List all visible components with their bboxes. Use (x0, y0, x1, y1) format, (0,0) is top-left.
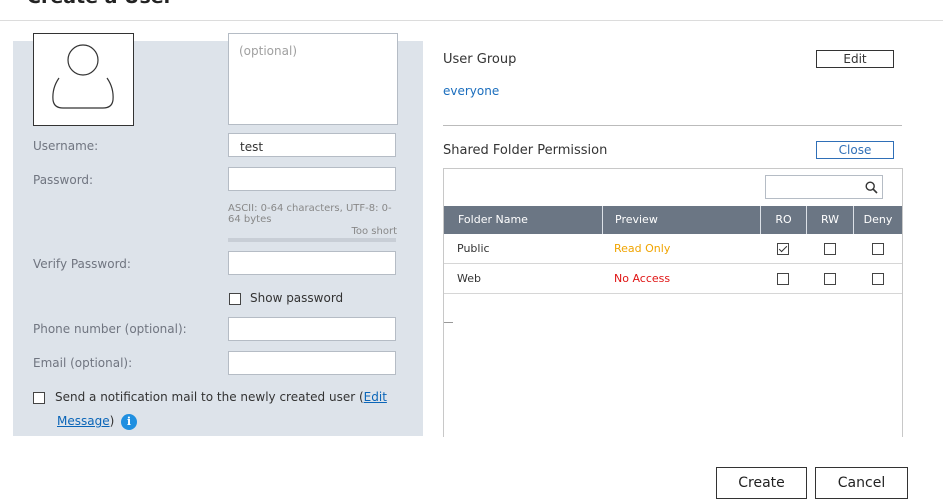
verify-password-input[interactable] (228, 251, 396, 275)
ro-checkbox[interactable] (777, 243, 789, 255)
rw-checkbox[interactable] (824, 243, 836, 255)
column-deny[interactable]: Deny (853, 206, 902, 234)
dialog-title-bar: Create a User (0, 0, 943, 21)
password-label: Password: (33, 173, 94, 187)
search-icon[interactable] (865, 181, 878, 194)
password-hint: ASCII: 0-64 characters, UTF-8: 0-64 byte… (228, 203, 392, 225)
section-divider (443, 125, 902, 126)
folder-permission-table: Folder Name Preview RO RW Deny Public Re… (443, 168, 903, 437)
column-preview[interactable]: Preview (602, 206, 760, 234)
description-placeholder: (optional) (239, 44, 297, 58)
username-input[interactable]: test (228, 133, 396, 157)
phone-label: Phone number (optional): (33, 322, 187, 336)
user-group-title: User Group (443, 52, 517, 67)
dialog-title: Create a User (27, 0, 173, 8)
edit-group-button[interactable]: Edit (816, 50, 894, 68)
password-strength-bar (228, 238, 396, 242)
group-name[interactable]: everyone (443, 84, 499, 98)
notify-label-line2: Message) (57, 414, 114, 428)
password-strength-label: Too short (351, 226, 397, 237)
description-textarea[interactable]: (optional) (228, 33, 398, 125)
column-folder-name[interactable]: Folder Name (444, 206, 602, 234)
user-details-panel: (optional) Username: test Password: ASCI… (13, 33, 423, 436)
password-input[interactable] (228, 167, 396, 191)
show-password-label: Show password (250, 291, 344, 305)
deny-checkbox[interactable] (872, 243, 884, 255)
email-label: Email (optional): (33, 356, 133, 370)
column-ro[interactable]: RO (760, 206, 806, 234)
create-button[interactable]: Create (716, 467, 807, 499)
table-header: Folder Name Preview RO RW Deny (444, 206, 902, 234)
table-row[interactable]: Public Read Only (444, 234, 902, 264)
notify-text: Send a notification mail to the newly cr… (55, 390, 364, 404)
username-label: Username: (33, 139, 99, 153)
table-scroll-marker (444, 322, 453, 323)
folder-name: Web (457, 272, 481, 285)
edit-message-link-part1[interactable]: Edit (364, 390, 387, 404)
info-icon[interactable]: i (121, 414, 137, 430)
table-row[interactable]: Web No Access (444, 264, 902, 294)
avatar[interactable] (33, 33, 134, 126)
ro-checkbox[interactable] (777, 273, 789, 285)
notify-checkbox[interactable] (33, 392, 45, 404)
permissions-panel: User Group Edit everyone Shared Folder P… (443, 41, 903, 437)
folder-name: Public (457, 242, 490, 255)
folder-preview: Read Only (614, 242, 671, 255)
verify-password-label: Verify Password: (33, 257, 131, 271)
email-input[interactable] (228, 351, 396, 375)
close-permission-button[interactable]: Close (816, 141, 894, 159)
shared-folder-title: Shared Folder Permission (443, 143, 608, 158)
edit-message-link-part2[interactable]: Message (57, 414, 110, 428)
column-rw[interactable]: RW (806, 206, 853, 234)
folder-search-input[interactable] (765, 175, 883, 199)
cancel-button[interactable]: Cancel (815, 467, 908, 499)
user-silhouette-icon (52, 44, 114, 109)
rw-checkbox[interactable] (824, 273, 836, 285)
folder-preview: No Access (614, 272, 671, 285)
phone-input[interactable] (228, 317, 396, 341)
notify-label: Send a notification mail to the newly cr… (55, 390, 387, 404)
show-password-checkbox[interactable] (229, 293, 241, 305)
notify-close: ) (109, 414, 115, 428)
deny-checkbox[interactable] (872, 273, 884, 285)
